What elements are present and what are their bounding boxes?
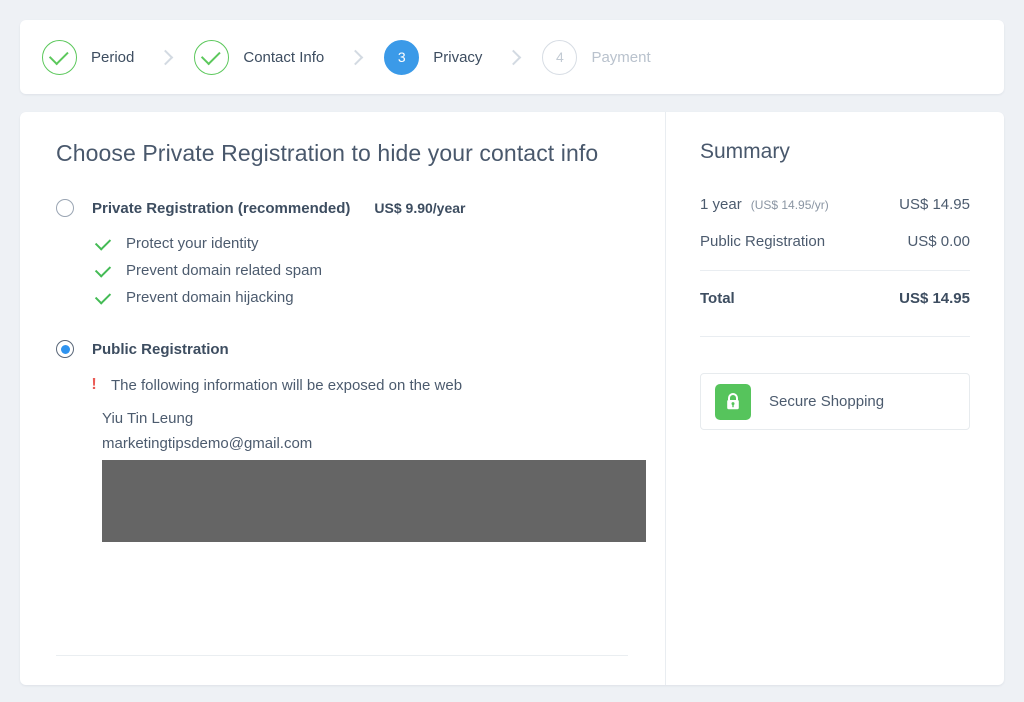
privacy-options-pane: Choose Private Registration to hide your…	[20, 112, 665, 685]
lock-icon	[715, 383, 751, 420]
stepper-step-privacy[interactable]: 3 Privacy	[384, 39, 483, 75]
page-root: Period Contact Info 3 Privacy 4 Payment …	[0, 0, 1024, 702]
secure-shopping-label: Secure Shopping	[769, 393, 885, 410]
stepper-label-contact-info: Contact Info	[243, 48, 325, 66]
option-private-registration[interactable]: Private Registration (recommended) US$ 9…	[56, 199, 647, 217]
chevron-right-icon	[158, 49, 174, 65]
summary-value-registration: US$ 0.00	[907, 233, 970, 250]
check-icon	[201, 44, 222, 65]
public-registration-warning: ! The following information will be expo…	[89, 376, 647, 394]
benefit-item: Prevent domain hijacking	[94, 287, 647, 306]
summary-label-total: Total	[700, 290, 735, 307]
stepper-step-payment: 4 Payment	[542, 39, 651, 75]
option-public-registration[interactable]: Public Registration	[56, 340, 647, 358]
radio-public-registration[interactable]	[56, 340, 74, 358]
summary-value-term: US$ 14.95	[899, 196, 970, 213]
step-status-circle-period	[42, 39, 77, 75]
summary-divider-bottom	[700, 336, 970, 337]
stepper-step-contact-info[interactable]: Contact Info	[194, 39, 325, 75]
benefit-item: Protect your identity	[94, 233, 647, 252]
summary-row-registration: Public Registration US$ 0.00	[700, 233, 970, 250]
page-title: Choose Private Registration to hide your…	[56, 140, 599, 166]
chevron-right-icon	[506, 49, 522, 65]
summary-label-term: 1 year	[700, 196, 742, 213]
summary-value-total: US$ 14.95	[899, 290, 970, 307]
check-icon	[94, 233, 112, 251]
step-number-circle-privacy: 3	[384, 39, 420, 75]
exposed-name: Yiu Tin Leung	[102, 410, 194, 427]
option-price-private-registration: US$ 9.90/year	[374, 200, 466, 216]
step-number-circle-payment: 4	[542, 39, 578, 75]
exposed-contact-info: Yiu Tin Leung marketingtipsdemo@gmail.co…	[102, 410, 647, 452]
check-icon	[94, 260, 112, 278]
content-card: Choose Private Registration to hide your…	[20, 112, 1004, 685]
check-icon	[48, 44, 69, 65]
stepper-label-payment: Payment	[591, 48, 651, 66]
stepper-label-period: Period	[91, 48, 135, 66]
summary-pane: Summary 1 year (US$ 14.95/yr) US$ 14.95 …	[666, 112, 1004, 685]
summary-row-total: Total US$ 14.95	[700, 271, 970, 326]
step-status-circle-contact-info	[194, 39, 230, 75]
private-registration-benefits: Protect your identity Prevent domain rel…	[94, 233, 647, 306]
redacted-address-block	[102, 460, 646, 542]
secure-shopping-badge: Secure Shopping	[700, 373, 970, 430]
stepper-label-privacy: Privacy	[433, 48, 483, 66]
exposed-email: marketingtipsdemo@gmail.com	[102, 435, 313, 452]
radio-private-registration[interactable]	[56, 199, 74, 217]
summary-row-term: 1 year (US$ 14.95/yr) US$ 14.95	[700, 196, 970, 213]
footer-divider	[56, 655, 628, 656]
benefit-label: Prevent domain hijacking	[126, 289, 294, 306]
public-registration-block: Public Registration ! The following info…	[56, 340, 647, 542]
stepper-step-period[interactable]: Period	[42, 39, 135, 75]
exclamation-icon: !	[91, 376, 97, 393]
option-label-public-registration: Public Registration	[92, 340, 229, 358]
summary-sublabel-term: (US$ 14.95/yr)	[750, 198, 829, 212]
benefit-item: Prevent domain related spam	[94, 260, 647, 279]
chevron-right-icon	[347, 49, 364, 65]
warning-label: The following information will be expose…	[111, 376, 463, 394]
option-label-private-registration: Private Registration (recommended)	[92, 199, 351, 217]
summary-label-registration: Public Registration	[700, 233, 826, 250]
benefit-label: Protect your identity	[126, 235, 259, 252]
benefit-label: Prevent domain related spam	[126, 262, 322, 279]
check-icon	[94, 287, 112, 305]
progress-stepper: Period Contact Info 3 Privacy 4 Payment	[20, 20, 1004, 94]
summary-title: Summary	[700, 140, 790, 163]
